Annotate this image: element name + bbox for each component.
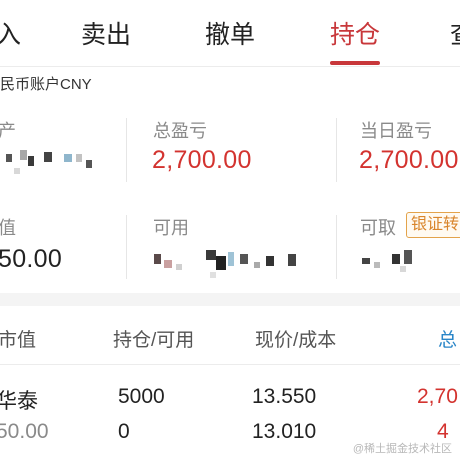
tab-positions[interactable]: 持仓 xyxy=(330,18,380,52)
tab-bar-divider xyxy=(0,66,460,67)
cost-price: 13.010 xyxy=(252,420,317,443)
total-pnl-amount: 2,70 xyxy=(417,385,458,408)
active-tab-indicator xyxy=(330,61,380,65)
total-assets-label: 产 xyxy=(0,121,16,141)
total-pnl-value: 2,700.00 xyxy=(152,146,252,174)
tab-query[interactable]: 查 xyxy=(450,18,460,52)
summary-divider xyxy=(126,215,127,279)
summary-divider xyxy=(336,215,337,279)
withdrawable-label: 可取 xyxy=(360,218,396,238)
position-quantity: 5000 xyxy=(118,385,165,408)
summary-divider xyxy=(336,118,337,182)
market-value-label: 值 xyxy=(0,218,16,238)
bank-securities-transfer-button[interactable]: 银证转 xyxy=(406,212,460,238)
current-price: 13.550 xyxy=(252,385,317,408)
account-label: 民币账户CNY xyxy=(0,76,92,93)
watermark-text: @稀土掘金技术社区 xyxy=(352,443,452,455)
tab-cancel-order[interactable]: 撤单 xyxy=(205,18,255,52)
today-pnl-label: 当日盈亏 xyxy=(360,121,432,141)
market-value-amount: 50.00 xyxy=(0,245,63,273)
stock-name: 华泰 xyxy=(0,390,38,413)
tab-buy[interactable]: 入 xyxy=(0,18,21,52)
column-header-position-available[interactable]: 持仓/可用 xyxy=(113,325,194,352)
summary-divider xyxy=(126,118,127,182)
available-funds-label: 可用 xyxy=(153,218,189,238)
tab-sell[interactable]: 卖出 xyxy=(81,18,131,52)
today-pnl-value: 2,700.00 xyxy=(359,146,459,174)
available-quantity: 0 xyxy=(118,420,130,443)
table-header-divider xyxy=(0,364,460,365)
total-pnl-label: 总盈亏 xyxy=(153,121,207,141)
trade-tab-bar: 入 卖出 撤单 持仓 查 xyxy=(0,0,460,66)
column-header-price-cost[interactable]: 现价/成本 xyxy=(255,325,336,352)
stock-market-value: 50.00 xyxy=(0,420,49,443)
column-header-total-pnl[interactable]: 总 xyxy=(438,325,457,352)
section-gap xyxy=(0,293,460,306)
column-header-market-value[interactable]: 市值 xyxy=(0,325,36,352)
